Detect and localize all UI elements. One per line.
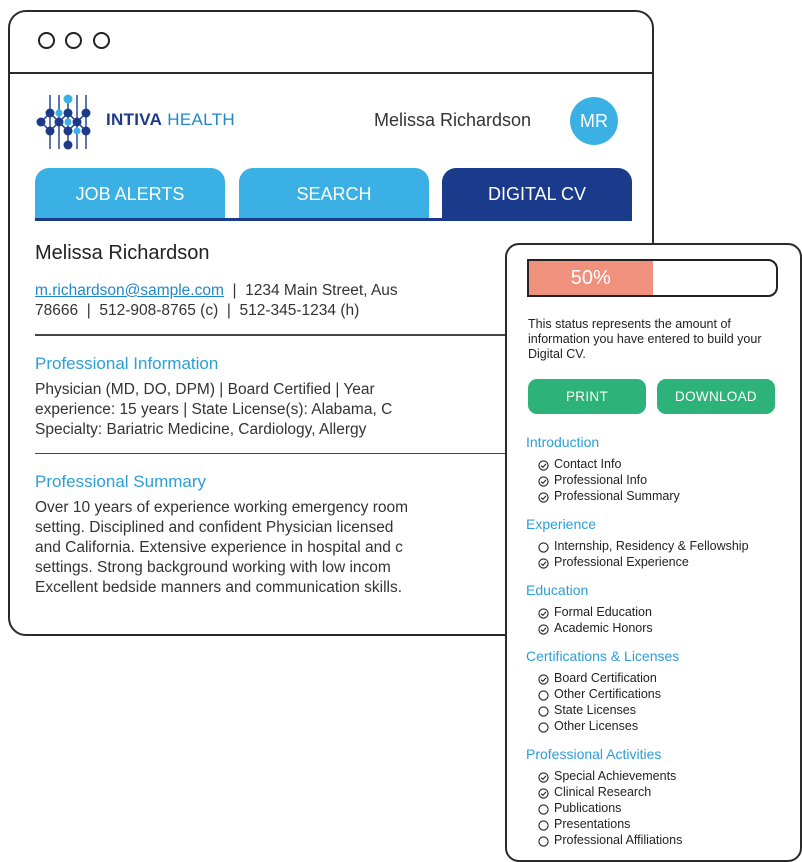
window-maximize-dot-icon[interactable] <box>93 32 110 49</box>
checklist-item[interactable]: Other Certifications <box>538 686 796 702</box>
empty-circle-icon <box>538 705 549 717</box>
text-line: Physician (MD, DO, DPM) | Board Certifie… <box>35 380 375 398</box>
check-circle-icon <box>538 623 549 635</box>
text-line: Over 10 years of experience working emer… <box>35 499 409 516</box>
checklist-group-introduction: Introduction Contact Info Professional I… <box>526 434 796 504</box>
item-label: State Licenses <box>554 703 636 717</box>
intiva-logo-icon[interactable] <box>35 89 101 155</box>
text-line: and California. Extensive experience in … <box>35 539 403 556</box>
item-label: Clinical Research <box>554 785 652 799</box>
section-body-professional-information: Physician (MD, DO, DPM) | Board Certifie… <box>35 380 505 440</box>
check-circle-icon <box>538 787 549 799</box>
check-circle-icon <box>538 491 549 503</box>
group-title[interactable]: Certifications & Licenses <box>526 648 796 665</box>
window-titlebar <box>10 12 652 74</box>
divider <box>35 334 505 336</box>
progress-label: 50% <box>570 266 611 289</box>
section-body-professional-summary: Over 10 years of experience working emer… <box>35 498 505 598</box>
check-circle-icon <box>538 673 549 685</box>
item-label: Professional Info <box>554 473 648 487</box>
checklist-item[interactable]: Board Certification <box>538 670 796 686</box>
user-name[interactable]: Melissa Richardson <box>374 110 531 131</box>
contact-phones: 78666 | 512-908-8765 (c) | 512-345-1234 … <box>35 302 360 319</box>
item-label: Publications <box>554 801 622 815</box>
group-title[interactable]: Professional Activities <box>526 746 796 763</box>
check-circle-icon <box>538 475 549 487</box>
empty-circle-icon <box>538 803 549 815</box>
avatar[interactable]: MR <box>570 97 618 145</box>
item-label: Formal Education <box>554 605 652 619</box>
checklist-item[interactable]: Other Licenses <box>538 718 796 734</box>
item-label: Special Achievements <box>554 769 677 783</box>
section-checklist: Introduction Contact Info Professional I… <box>526 434 796 860</box>
contact-address: | 1234 Main Street, Aus <box>223 282 398 299</box>
check-circle-icon <box>538 607 549 619</box>
group-title[interactable]: Introduction <box>526 434 796 451</box>
item-label: Academic Honors <box>554 621 653 635</box>
progress-bar: 50% <box>527 259 778 297</box>
item-label: Other Licenses <box>554 719 639 733</box>
empty-circle-icon <box>538 721 549 733</box>
checklist-item[interactable]: Clinical Research <box>538 784 796 800</box>
checklist-item[interactable]: Special Achievements <box>538 768 796 784</box>
window-close-dot-icon[interactable] <box>38 32 55 49</box>
window-minimize-dot-icon[interactable] <box>65 32 82 49</box>
print-button[interactable]: PRINT <box>528 379 646 414</box>
checklist-group-professional-activities: Professional Activities Special Achievem… <box>526 746 796 848</box>
empty-circle-icon <box>538 835 549 847</box>
item-label: Presentations <box>554 817 631 831</box>
item-label: Board Certification <box>554 671 657 685</box>
site-header: INTIVA HEALTH Melissa Richardson MR <box>10 74 652 164</box>
download-button[interactable]: DOWNLOAD <box>657 379 775 414</box>
checklist-item[interactable]: Contact Info <box>538 456 796 472</box>
check-circle-icon <box>538 771 549 783</box>
check-circle-icon <box>538 459 549 471</box>
checklist-item[interactable]: Professional Experience <box>538 554 796 570</box>
cv-contact: m.richardson@sample.com | 1234 Main Stre… <box>35 281 505 321</box>
empty-circle-icon <box>538 541 549 553</box>
email-link[interactable]: m.richardson@sample.com <box>35 282 224 299</box>
brand-name-light: HEALTH <box>162 110 235 129</box>
group-title[interactable]: Experience <box>526 516 796 533</box>
cv-status-panel: 50% This status represents the amount of… <box>505 243 802 862</box>
checklist-group-experience: Experience Internship, Residency & Fello… <box>526 516 796 570</box>
item-label: Professional Summary <box>554 489 680 503</box>
brand-name[interactable]: INTIVA HEALTH <box>106 110 235 130</box>
checklist-item[interactable]: Presentations <box>538 816 796 832</box>
item-label: Contact Info <box>554 457 622 471</box>
tab-search[interactable]: SEARCH <box>239 168 429 220</box>
checklist-item[interactable]: Professional Info <box>538 472 796 488</box>
brand-name-strong: INTIVA <box>106 110 163 129</box>
checklist-item[interactable]: Professional Affiliations <box>538 832 796 848</box>
text-line: Specialty: Bariatric Medicine, Cardiolog… <box>35 420 367 438</box>
group-title[interactable]: Education <box>526 582 796 599</box>
empty-circle-icon <box>538 819 549 831</box>
item-label: Professional Affiliations <box>554 833 683 847</box>
checklist-group-certifications: Certifications & Licenses Board Certific… <box>526 648 796 734</box>
item-label: Internship, Residency & Fellowship <box>554 539 749 553</box>
text-line: Excellent bedside manners and communicat… <box>35 579 403 596</box>
checklist-group-education: Education Formal Education Academic Hono… <box>526 582 796 636</box>
progress-fill: 50% <box>529 261 653 295</box>
checklist-item[interactable]: State Licenses <box>538 702 796 718</box>
check-circle-icon <box>538 557 549 569</box>
tab-digital-cv[interactable]: DIGITAL CV <box>442 168 632 220</box>
status-description: This status represents the amount of inf… <box>528 317 762 361</box>
empty-circle-icon <box>538 689 549 701</box>
checklist-item[interactable]: Professional Summary <box>538 488 796 504</box>
text-line: setting. Disciplined and confident Physi… <box>35 519 394 536</box>
checklist-item[interactable]: Formal Education <box>538 604 796 620</box>
text-line: experience: 15 years | State License(s):… <box>35 400 393 418</box>
divider <box>35 452 505 454</box>
checklist-item[interactable]: Publications <box>538 800 796 816</box>
item-label: Professional Experience <box>554 555 689 569</box>
tab-underline <box>35 218 632 221</box>
tab-job-alerts[interactable]: JOB ALERTS <box>35 168 225 220</box>
contact-line-1: m.richardson@sample.com | 1234 Main Stre… <box>35 281 505 301</box>
item-label: Other Certifications <box>554 687 661 701</box>
main-tabs: JOB ALERTS SEARCH DIGITAL CV <box>35 168 632 220</box>
checklist-item[interactable]: Academic Honors <box>538 620 796 636</box>
text-line: settings. Strong background working with… <box>35 559 391 576</box>
checklist-item[interactable]: Internship, Residency & Fellowship <box>538 538 796 554</box>
